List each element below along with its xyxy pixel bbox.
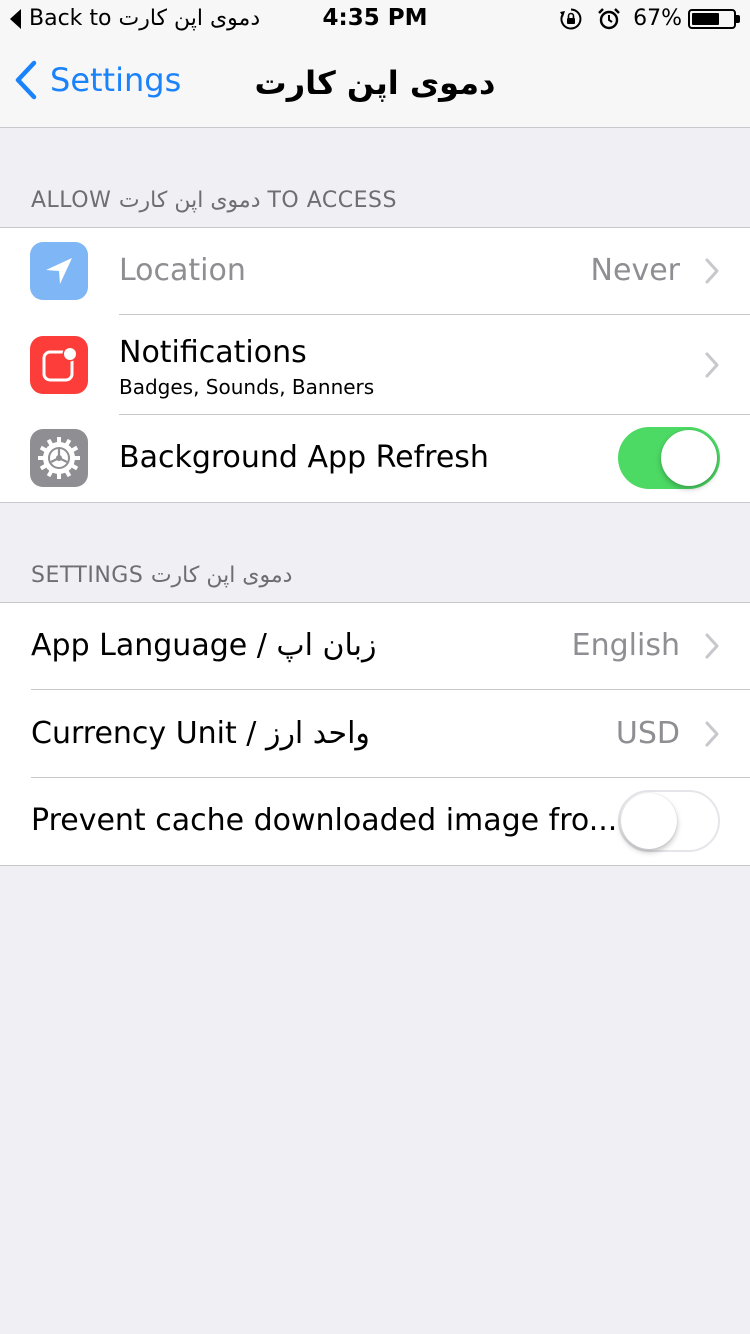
settings-section-header: SETTINGS دموی اپن کارت	[31, 563, 293, 588]
app-language-row[interactable]: App Language / زبان اپ English	[0, 603, 750, 690]
background-refresh-row: Background App Refresh	[0, 415, 750, 502]
page-title: دموی اپن کارت	[254, 64, 496, 102]
location-value: Never	[590, 253, 680, 288]
location-label: Location	[119, 253, 246, 288]
currency-unit-row[interactable]: Currency Unit / واحد ارز USD	[0, 690, 750, 778]
location-icon-box	[30, 242, 88, 300]
currency-unit-label: Currency Unit / واحد ارز	[31, 716, 370, 751]
notifications-icon-box	[30, 336, 88, 394]
notifications-label: Notifications	[119, 335, 307, 370]
notifications-subtitle: Badges, Sounds, Banners	[119, 375, 375, 399]
access-section-header: ALLOW دموی اپن کارت TO ACCESS	[31, 188, 397, 213]
alarm-clock-icon	[598, 7, 620, 29]
chevron-right-icon	[705, 721, 719, 747]
chevron-right-icon	[705, 258, 719, 284]
chevron-right-icon	[705, 352, 719, 378]
status-bar: Back to دموی اپن کارت 4:35 PM 67%	[0, 0, 750, 40]
app-language-label: App Language / زبان اپ	[31, 628, 377, 663]
toggle-knob	[661, 430, 717, 486]
rotation-lock-icon	[560, 8, 582, 29]
prevent-cache-row: Prevent cache downloaded image fro...	[0, 778, 750, 865]
app-language-value: English	[571, 628, 680, 663]
background-refresh-icon-box	[30, 429, 88, 487]
location-row[interactable]: Location Never	[0, 228, 750, 315]
app-settings-group: App Language / زبان اپ English Currency …	[0, 602, 750, 866]
toggle-knob	[621, 793, 677, 849]
status-indicators: 67%	[559, 6, 740, 31]
chevron-right-icon	[705, 633, 719, 659]
navigation-bar: Settings دموی اپن کارت	[0, 40, 750, 128]
gear-icon	[38, 437, 80, 479]
currency-unit-value: USD	[615, 716, 680, 751]
background-refresh-label: Background App Refresh	[119, 440, 489, 475]
battery-percent: 67%	[633, 6, 682, 31]
notifications-icon	[42, 346, 78, 382]
location-arrow-icon	[46, 258, 72, 284]
battery-icon	[688, 8, 740, 29]
background-refresh-toggle[interactable]	[618, 427, 720, 489]
battery-fill	[692, 12, 719, 25]
prevent-cache-label: Prevent cache downloaded image fro...	[31, 803, 618, 838]
prevent-cache-toggle[interactable]	[618, 790, 720, 852]
access-group: Location Never Notifications Badges, Sou…	[0, 227, 750, 503]
notifications-row[interactable]: Notifications Badges, Sounds, Banners	[0, 315, 750, 415]
